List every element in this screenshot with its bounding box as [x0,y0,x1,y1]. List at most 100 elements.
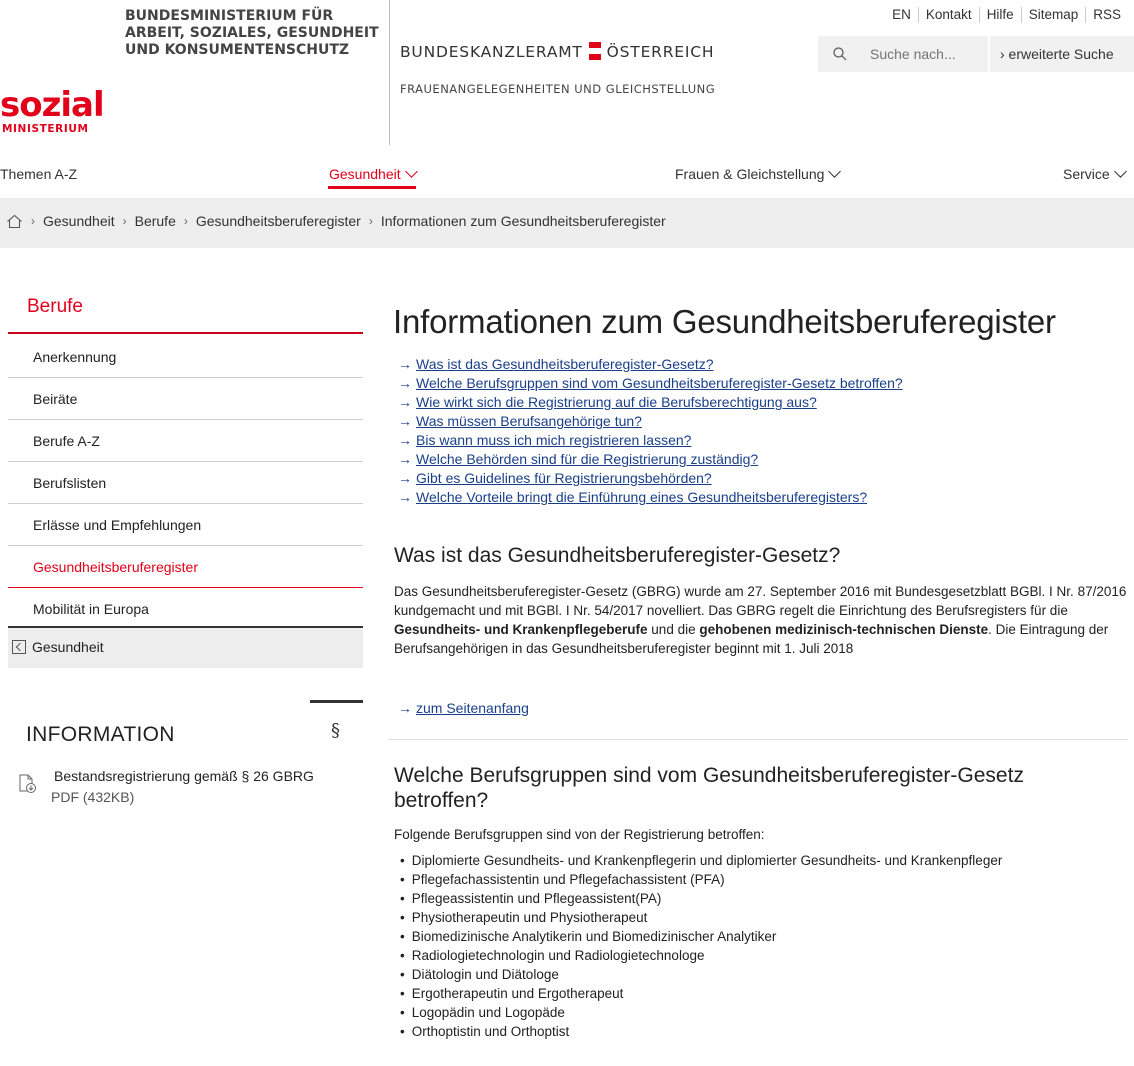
arrow-right-icon: → [398,394,412,410]
breadcrumb-berufe[interactable]: Berufe [135,213,176,229]
list-item: Radiologietechnologin und Radiologietech… [400,948,1002,967]
berufsgruppen-list: Diplomierte Gesundheits- und Krankenpfle… [400,853,1003,1043]
nav-label: Frauen & Gleichstellung [675,166,825,182]
sidebar-item-label: Gesundheitsberuferegister [33,559,198,575]
toplink-hilfe[interactable]: Hilfe [978,7,1021,23]
toc-link[interactable]: Was ist das Gesundheitsberuferegister-Ge… [416,356,714,372]
toc-link[interactable]: Gibt es Guidelines für Registrierungsbeh… [416,470,712,486]
frauen-subtitle: FRAUENANGELEGENHEITEN UND GLEICHSTELLUNG [400,82,716,96]
list-item: Diplomierte Gesundheits- und Krankenpfle… [400,853,1003,872]
main-nav: Themen A-Z Gesundheit Frauen & Gleichste… [0,158,1134,190]
section1-bold-1: Gesundheits- und Krankenpflegeberufe [394,622,648,637]
list-item: Orthoptistin und Orthoptist [400,1024,1002,1043]
sidebar-item-berufe-az[interactable]: Berufe A-Z [8,420,363,462]
toplink-kontakt[interactable]: Kontakt [917,7,979,23]
back-to-top-link[interactable]: zum Seitenanfang [416,700,529,716]
sidebar-item-label: Anerkennung [33,349,117,365]
toc-link[interactable]: Was müssen Berufsangehörige tun? [416,413,642,429]
arrow-right-icon: → [398,489,412,505]
chevron-down-icon [1113,165,1127,178]
toplink-sitemap[interactable]: Sitemap [1020,7,1086,23]
toc-link[interactable]: Bis wann muss ich mich registrieren lass… [416,432,691,448]
toc-link[interactable]: Welche Behörden sind für die Registrieru… [416,451,758,467]
sidebar-item-label: Erlässe und Empfehlungen [33,517,202,533]
toc-item: → Bis wann muss ich mich registrieren las… [398,432,903,451]
site-header: sozial MINISTERIUM BUNDESMINISTERIUM FÜR… [0,0,1134,150]
sidebar-item-mobilitaet[interactable]: Mobilität in Europa [8,588,363,630]
sidebar-item-gesundheitsberuferegister[interactable]: Gesundheitsberuferegister [8,546,363,588]
breadcrumb-separator: › [122,214,127,228]
sidebar-item-label: Beiräte [33,391,78,407]
sozialministerium-logo[interactable]: sozial MINISTERIUM [0,88,128,144]
list-item: Biomedizinische Analytikerin und Biomedi… [400,929,1002,948]
search-divider [988,36,990,72]
paragraph-icon: § [331,720,340,741]
arrow-right-icon: → [398,700,412,716]
sidebar-title[interactable]: Berufe [8,288,363,334]
home-icon[interactable] [6,214,23,229]
search-icon[interactable] [832,46,848,62]
nav-gesundheit[interactable]: Gesundheit [329,165,418,182]
info-title: INFORMATION [26,723,175,746]
austria-flag-icon [588,42,601,60]
bka-logo[interactable]: BUNDESKANZLERAMT ÖSTERREICH [400,42,714,61]
section2-heading: Welche Berufsgruppen sind vom Gesundheit… [394,764,1024,812]
section2-intro: Folgende Berufsgruppen sind von der Regi… [394,827,765,842]
section-divider [388,739,1128,740]
sidebar-back-gesundheit[interactable]: Gesundheit [8,626,363,668]
breadcrumb: › Gesundheit › Berufe › Gesundheitsberuf… [0,198,1134,248]
back-arrow-icon [12,640,26,654]
toc-item: → Was ist das Gesundheitsberuferegister-G… [398,356,903,375]
document-link[interactable]: Bestandsregistrierung gemäß § 26 GBRG [54,768,314,784]
nav-themen-az[interactable]: Themen A-Z [0,166,77,182]
sidebar-item-beiraete[interactable]: Beiräte [8,378,363,420]
breadcrumb-separator: › [31,214,35,228]
ministry-name: BUNDESMINISTERIUM FÜR ARBEIT, SOZIALES, … [125,8,379,58]
nav-label: Gesundheit [329,166,401,182]
toc-link[interactable]: Wie wirkt sich die Registrierung auf die… [416,394,817,410]
breadcrumb-gesundheitsberuferegister[interactable]: Gesundheitsberuferegister [196,213,361,229]
nav-service[interactable]: Service [1063,165,1127,182]
section1-text-1: Das Gesundheitsberuferegister-Gesetz (GB… [394,584,1127,618]
list-item: Logopädin und Logopäde [400,1005,1002,1024]
nav-frauen-gleichstellung[interactable]: Frauen & Gleichstellung [675,165,842,182]
arrow-right-icon: → [398,470,412,486]
document-meta: PDF (432KB) [51,789,135,805]
breadcrumb-current: Informationen zum Gesundheitsberuferegis… [380,213,666,229]
logo-word: sozial [0,85,105,125]
chevron-down-icon [404,165,418,178]
breadcrumb-separator: › [368,214,373,228]
sidebar-item-label: Berufslisten [33,475,107,491]
sidebar-item-anerkennung[interactable]: Anerkennung [8,336,363,378]
info-topline [310,700,363,703]
logo-sub: MINISTERIUM [2,123,89,135]
bka-right: ÖSTERREICH [606,43,715,61]
toc-link[interactable]: Welche Berufsgruppen sind vom Gesundheit… [416,375,903,391]
search-input[interactable] [860,36,988,72]
advanced-search-link[interactable]: › erweiterte Suche [1000,46,1114,62]
page-title: Informationen zum Gesundheitsberuferegis… [393,303,1056,340]
breadcrumb-gesundheit[interactable]: Gesundheit [43,213,115,229]
toplink-en[interactable]: EN [885,7,918,23]
toc-link[interactable]: Welche Vorteile bringt die Einführung ei… [416,489,867,505]
arrow-right-icon: → [398,375,412,391]
sidebar-item-berufslisten[interactable]: Berufslisten [8,462,363,504]
nav-label: Service [1063,166,1110,182]
breadcrumb-separator: › [183,214,188,228]
arrow-right-icon: → [398,356,412,372]
document-download-icon[interactable] [19,774,37,794]
sidebar-item-erlaesse[interactable]: Erlässe und Empfehlungen [8,504,363,546]
chevron-down-icon [828,165,842,178]
arrow-right-icon: → [398,451,412,467]
toc-item: → Welche Berufsgruppen sind vom Gesundhei… [398,375,903,394]
toplink-rss[interactable]: RSS [1085,7,1128,23]
list-item: Physiotherapeutin und Physiotherapeut [400,910,1002,929]
toc-item: → Wie wirkt sich die Registrierung auf di… [398,394,903,413]
arrow-right-icon: → [398,432,412,448]
section1-heading: Was ist das Gesundheitsberuferegister-Ge… [394,544,841,567]
section1-bold-2: gehobenen medizinisch-technischen Dienst… [699,622,989,637]
search-bar: › erweiterte Suche [818,36,1134,72]
list-item: Ergotherapeutin und Ergotherapeut [400,986,1002,1005]
arrow-right-icon: → [398,413,412,429]
toc-item: → Welche Vorteile bringt die Einführung e… [398,489,903,508]
